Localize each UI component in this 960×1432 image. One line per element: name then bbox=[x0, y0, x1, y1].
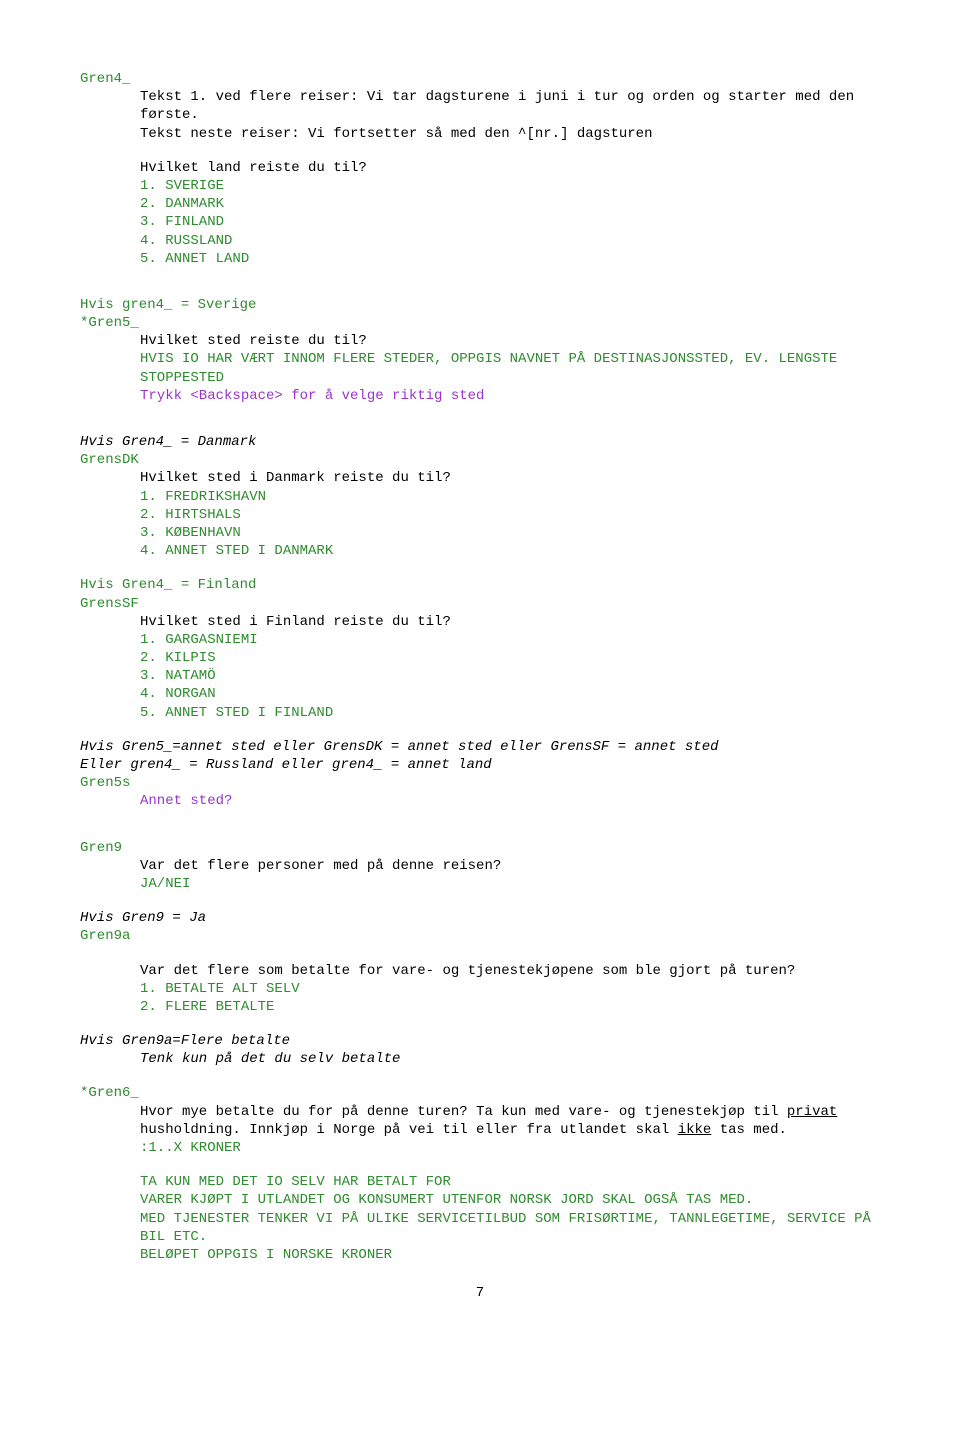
grensdk-label: GrensDK bbox=[80, 451, 880, 469]
grensdk-opt-2: 2. HIRTSHALS bbox=[80, 506, 880, 524]
grenssf-question: Hvilket sted i Finland reiste du til? bbox=[80, 613, 880, 631]
gren9a-opt-1: 1. BETALTE ALT SELV bbox=[80, 980, 880, 998]
gren6-question: Hvor mye betalte du for på denne turen? … bbox=[80, 1103, 880, 1139]
gren9-answer: JA/NEI bbox=[80, 875, 880, 893]
gren9a-label: Gren9a bbox=[80, 927, 880, 945]
grensdk-opt-3: 3. KØBENHAVN bbox=[80, 524, 880, 542]
gren4-opt-4: 4. RUSSLAND bbox=[80, 232, 880, 250]
gren6-instr-1: TA KUN MED DET IO SELV HAR BETALT FOR bbox=[80, 1173, 880, 1191]
grensdk-condition: Hvis Gren4_ = Danmark bbox=[80, 433, 880, 451]
gren5-instr2: Trykk <Backspace> for å velge riktig ste… bbox=[80, 387, 880, 405]
gren9a-question: Var det flere som betalte for vare- og t… bbox=[80, 962, 880, 980]
gren5-condition: Hvis gren4_ = Sverige bbox=[80, 296, 880, 314]
gren4-opt-5: 5. ANNET LAND bbox=[80, 250, 880, 268]
gren5-question: Hvilket sted reiste du til? bbox=[80, 332, 880, 350]
gren6-instr-4: BELØPET OPPGIS I NORSKE KRONER bbox=[80, 1246, 880, 1264]
gren5s-question: Annet sted? bbox=[80, 792, 880, 810]
gren6-label: *Gren6_ bbox=[80, 1084, 880, 1102]
grenssf-opt-2: 2. KILPIS bbox=[80, 649, 880, 667]
gren9a-condition: Hvis Gren9 = Ja bbox=[80, 909, 880, 927]
gren5-instr1: HVIS IO HAR VÆRT INNOM FLERE STEDER, OPP… bbox=[80, 350, 880, 386]
gren4-tekst-neste: Tekst neste reiser: Vi fortsetter så med… bbox=[80, 125, 880, 143]
grenssf-opt-4: 4. NORGAN bbox=[80, 685, 880, 703]
gren4-question: Hvilket land reiste du til? bbox=[80, 159, 880, 177]
gren5-label: *Gren5_ bbox=[80, 314, 880, 332]
gren5s-condition-2: Eller gren4_ = Russland eller gren4_ = a… bbox=[80, 756, 880, 774]
gren9a-flere-text: Tenk kun på det du selv betalte bbox=[80, 1050, 880, 1068]
gren5s-condition-1: Hvis Gren5_=annet sted eller GrensDK = a… bbox=[80, 738, 880, 756]
page-number: 7 bbox=[80, 1284, 880, 1302]
grensdk-opt-1: 1. FREDRIKSHAVN bbox=[80, 488, 880, 506]
grenssf-condition: Hvis Gren4_ = Finland bbox=[80, 576, 880, 594]
gren4-opt-2: 2. DANMARK bbox=[80, 195, 880, 213]
gren4-label: Gren4_ bbox=[80, 70, 880, 88]
gren9-question: Var det flere personer med på denne reis… bbox=[80, 857, 880, 875]
gren5s-label: Gren5s bbox=[80, 774, 880, 792]
grenssf-opt-3: 3. NATAMÖ bbox=[80, 667, 880, 685]
gren4-opt-3: 3. FINLAND bbox=[80, 213, 880, 231]
gren9-label: Gren9 bbox=[80, 839, 880, 857]
gren6-range: :1..X KRONER bbox=[80, 1139, 880, 1157]
gren9a-flere-condition: Hvis Gren9a=Flere betalte bbox=[80, 1032, 880, 1050]
gren6-instr-3: MED TJENESTER TENKER VI PÅ ULIKE SERVICE… bbox=[80, 1210, 880, 1246]
grenssf-opt-5: 5. ANNET STED I FINLAND bbox=[80, 704, 880, 722]
grenssf-opt-1: 1. GARGASNIEMI bbox=[80, 631, 880, 649]
grensdk-opt-4: 4. ANNET STED I DANMARK bbox=[80, 542, 880, 560]
grenssf-label: GrensSF bbox=[80, 595, 880, 613]
grensdk-question: Hvilket sted i Danmark reiste du til? bbox=[80, 469, 880, 487]
gren9a-opt-2: 2. FLERE BETALTE bbox=[80, 998, 880, 1016]
gren4-opt-1: 1. SVERIGE bbox=[80, 177, 880, 195]
gren6-instr-2: VARER KJØPT I UTLANDET OG KONSUMERT UTEN… bbox=[80, 1191, 880, 1209]
gren4-tekst1: Tekst 1. ved flere reiser: Vi tar dagstu… bbox=[80, 88, 880, 124]
